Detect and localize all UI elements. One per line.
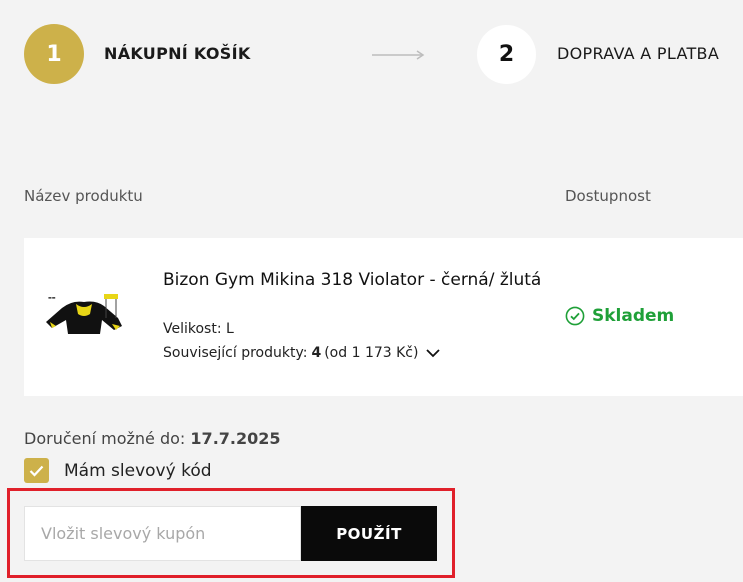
step-1-label: NÁKUPNÍ KOŠÍK bbox=[104, 44, 251, 63]
discount-code-checkbox[interactable]: Mám slevový kód bbox=[24, 458, 212, 483]
apply-coupon-button[interactable]: POUŽÍT bbox=[301, 506, 437, 561]
svg-text:▬▬: ▬▬ bbox=[48, 295, 56, 300]
related-price: (od 1 173 Kč) bbox=[324, 345, 419, 361]
product-title-link[interactable]: Bizon Gym Mikina 318 Violator - černá/ ž… bbox=[163, 267, 543, 293]
related-products-toggle[interactable]: Související produkty: 4 (od 1 173 Kč) bbox=[163, 345, 441, 361]
column-header-availability: Dostupnost bbox=[565, 187, 651, 205]
chevron-down-icon bbox=[426, 349, 441, 358]
step-1-number: 1 bbox=[46, 41, 62, 67]
delivery-date: Doručení možné do: 17.7.2025 bbox=[24, 429, 281, 448]
stock-status: Skladem bbox=[565, 306, 674, 326]
delivery-label: Doručení možné do: bbox=[24, 429, 186, 448]
step-2-number: 2 bbox=[498, 42, 515, 67]
product-size: Velikost: L bbox=[163, 321, 234, 337]
hoodie-image[interactable]: ▬▬ bbox=[42, 290, 126, 338]
related-label: Související produkty: bbox=[163, 345, 308, 361]
step-2-label[interactable]: DOPRAVA A PLATBA bbox=[557, 44, 719, 63]
discount-checkbox-label[interactable]: Mám slevový kód bbox=[64, 461, 212, 481]
checkbox-checked[interactable] bbox=[24, 458, 49, 483]
step-1-badge: 1 bbox=[24, 24, 84, 84]
cart-item: ▬▬ Bizon Gym Mikina 318 Violator - černá… bbox=[24, 238, 743, 396]
stock-label: Skladem bbox=[592, 306, 675, 326]
delivery-date-value: 17.7.2025 bbox=[190, 429, 281, 448]
step-2-badge[interactable]: 2 bbox=[477, 25, 536, 84]
check-circle-icon bbox=[565, 306, 585, 326]
coupon-input[interactable] bbox=[24, 506, 301, 561]
column-header-product: Název produktu bbox=[24, 187, 143, 205]
checkout-steps: 1 NÁKUPNÍ KOŠÍK 2 DOPRAVA A PLATBA bbox=[24, 24, 743, 86]
arrow-right-icon bbox=[372, 50, 425, 60]
related-count: 4 bbox=[311, 345, 322, 361]
checkmark-icon bbox=[29, 465, 44, 477]
